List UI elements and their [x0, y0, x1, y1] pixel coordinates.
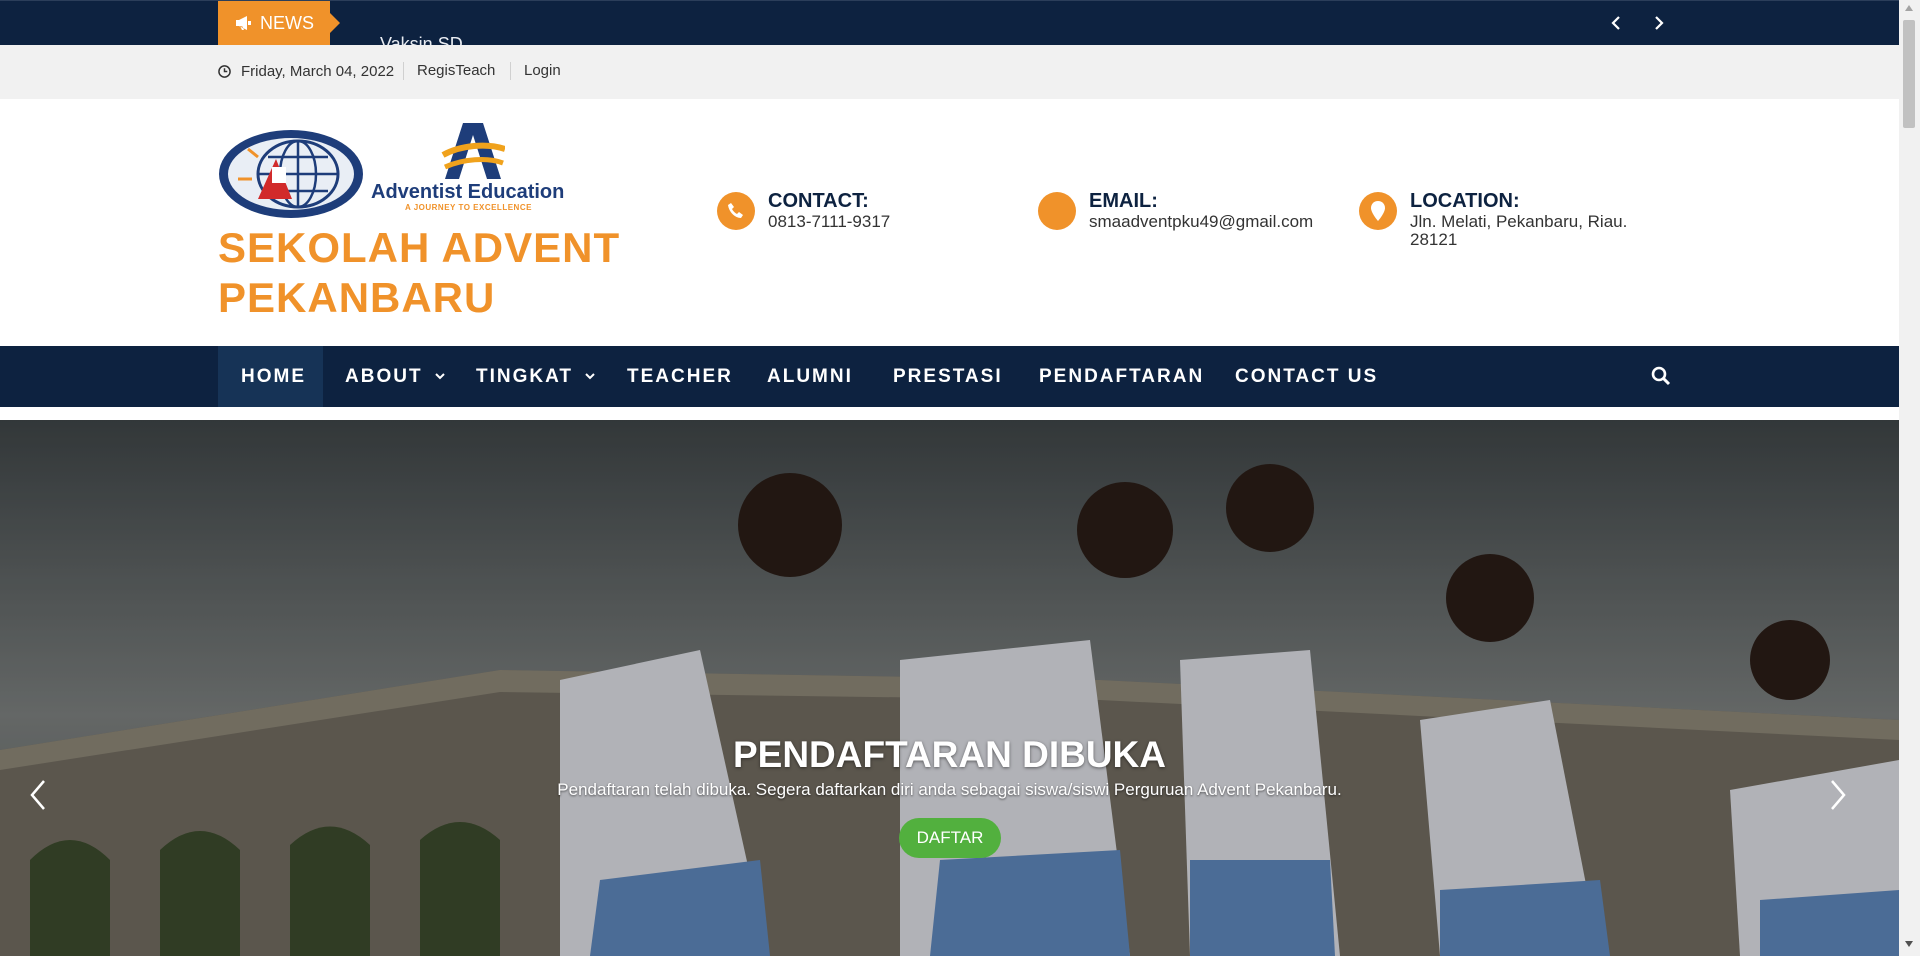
chevron-left-icon	[30, 780, 45, 810]
nav-item-teacher[interactable]: TEACHER	[627, 346, 733, 407]
slider-prev-button[interactable]	[24, 775, 52, 815]
nav-label: ALUMNI	[767, 365, 853, 387]
school-seal-logo[interactable]	[218, 129, 364, 219]
chevron-down-icon	[434, 373, 445, 380]
news-badge: NEWS	[218, 1, 340, 45]
main-nav: HOME ABOUT TINGKAT TEACHER ALUMNI PRESTA…	[0, 346, 1899, 407]
nav-item-contact-us[interactable]: CONTACT US	[1235, 346, 1378, 407]
chevron-right-icon	[1831, 780, 1846, 810]
clock-icon	[218, 65, 231, 78]
nav-label: ABOUT	[345, 365, 423, 387]
adventist-education-logo[interactable]: Adventist Education A JOURNEY TO EXCELLE…	[371, 123, 595, 219]
map-pin-icon	[1371, 201, 1385, 221]
site-title[interactable]: SEKOLAH ADVENT PEKANBARU	[218, 223, 638, 323]
date-text: Friday, March 04, 2022	[241, 63, 395, 80]
scroll-thumb[interactable]	[1903, 20, 1915, 128]
search-icon	[1651, 366, 1671, 386]
chevron-left-icon	[1611, 16, 1620, 30]
divider	[510, 62, 511, 80]
phone-icon-circle	[717, 192, 755, 230]
location-label: LOCATION:	[1410, 190, 1520, 212]
daftar-button[interactable]: DAFTAR	[899, 818, 1001, 858]
hero-slider: PENDAFTARAN DIBUKA Pendaftaran telah dib…	[0, 420, 1899, 956]
email-value[interactable]: smaadventpku49@gmail.com	[1089, 213, 1313, 231]
nav-label: TINGKAT	[476, 365, 574, 387]
divider	[403, 62, 404, 80]
nav-label: PENDAFTARAN	[1039, 365, 1205, 387]
nav-item-home[interactable]: HOME	[218, 346, 323, 407]
nav-item-tingkat[interactable]: TINGKAT	[476, 346, 595, 407]
site-title-line1: SEKOLAH ADVENT	[218, 224, 621, 271]
current-date: Friday, March 04, 2022	[218, 63, 394, 80]
contact-value: 0813-7111-9317	[768, 212, 891, 231]
news-ticker: NEWS Vaksin SD	[0, 0, 1899, 46]
megaphone-icon	[236, 16, 251, 30]
login-link[interactable]: Login	[524, 62, 561, 79]
site-title-line2: PEKANBARU	[218, 274, 496, 321]
search-button[interactable]	[1651, 366, 1671, 386]
envelope-icon-circle	[1038, 192, 1076, 230]
nav-label: TEACHER	[627, 365, 733, 387]
scroll-down-arrow-icon[interactable]	[1904, 940, 1914, 948]
ticker-prev-button[interactable]	[1607, 14, 1625, 32]
hero-text: Pendaftaran telah dibuka. Segera daftark…	[557, 780, 1342, 799]
chevron-down-icon	[585, 373, 595, 380]
hero-title: PENDAFTARAN DIBUKA	[732, 734, 1166, 775]
scroll-up-arrow-icon[interactable]	[1904, 4, 1914, 12]
adventist-a-emblem	[441, 123, 505, 179]
location-value: Jln. Melati, Pekanbaru, Riau. 28121	[1410, 212, 1628, 249]
location-info: LOCATION: Jln. Melati, Pekanbaru, Riau. …	[1359, 189, 1642, 249]
chevron-right-icon	[1655, 16, 1664, 30]
nav-label: PRESTASI	[893, 365, 1003, 387]
slider-next-button[interactable]	[1824, 775, 1852, 815]
map-pin-icon-circle	[1359, 192, 1397, 230]
email-info: EMAIL: smaadventpku49@gmail.com	[1038, 189, 1313, 231]
nav-item-pendaftaran[interactable]: PENDAFTARAN	[1039, 346, 1204, 407]
envelope-icon	[1049, 205, 1065, 217]
news-badge-label: NEWS	[260, 12, 314, 33]
hero-background-image	[0, 420, 1899, 956]
nav-item-prestasi[interactable]: PRESTASI	[893, 346, 1003, 407]
page: NEWS Vaksin SD Friday, March 04, 2022 Re…	[0, 0, 1899, 956]
contact-info: CONTACT: 0813-7111-9317	[717, 189, 890, 231]
nav-label: CONTACT US	[1235, 365, 1379, 387]
page-scrollbar[interactable]	[1899, 0, 1920, 956]
nav-label: HOME	[241, 365, 306, 387]
contact-label: CONTACT:	[768, 190, 869, 212]
phone-icon	[728, 203, 743, 218]
registeach-link[interactable]: RegisTeach	[417, 62, 495, 79]
nav-item-about[interactable]: ABOUT	[345, 346, 445, 407]
email-label: EMAIL:	[1089, 190, 1158, 212]
nav-item-alumni[interactable]: ALUMNI	[767, 346, 853, 407]
ticker-next-button[interactable]	[1650, 14, 1668, 32]
top-bar: Friday, March 04, 2022 RegisTeach Login	[0, 45, 1899, 99]
site-header: Adventist Education A JOURNEY TO EXCELLE…	[0, 99, 1899, 346]
logo-tagline: A JOURNEY TO EXCELLENCE	[405, 203, 532, 212]
logo-text: Adventist Education	[371, 181, 565, 203]
